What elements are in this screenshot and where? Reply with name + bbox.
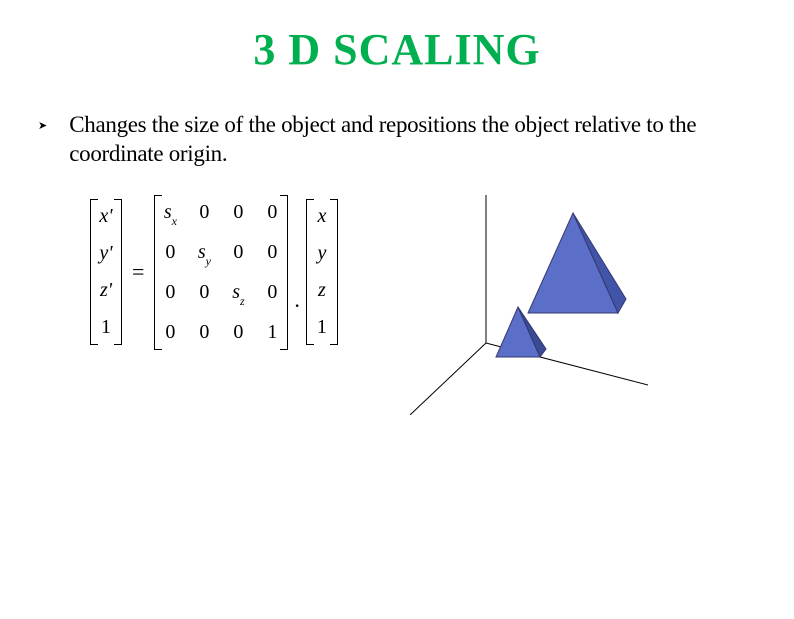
lhs-vector: x' y' z' 1: [90, 199, 122, 345]
lhs-3: 1: [98, 316, 114, 339]
m23: 0: [264, 281, 280, 307]
scaling-figure: [368, 195, 648, 415]
m31: 0: [196, 321, 212, 344]
rhs-2: z: [314, 279, 330, 302]
m02: 0: [230, 201, 246, 227]
rhs-1: y: [314, 242, 330, 265]
small-pyramid-icon: [496, 307, 546, 357]
m21: 0: [196, 281, 212, 307]
matrix-equation: x' y' z' 1 = sx 0 0 0 0 sy 0 0 0 0 sz: [90, 195, 338, 350]
m03: 0: [264, 201, 280, 227]
m10: 0: [162, 241, 178, 267]
equals-sign: =: [132, 259, 144, 285]
content-row: x' y' z' 1 = sx 0 0 0 0 sy 0 0 0 0 sz: [0, 195, 794, 415]
scale-matrix: sx 0 0 0 0 sy 0 0 0 0 sz 0 0 0 0 1: [154, 195, 288, 350]
dot-operator: .: [294, 287, 300, 313]
bullet-marker-icon: ➤: [38, 119, 47, 132]
m32: 0: [230, 321, 246, 344]
m13: 0: [264, 241, 280, 267]
large-pyramid-icon: [528, 213, 626, 313]
m00: sx: [162, 201, 178, 227]
m30: 0: [162, 321, 178, 344]
m11: sy: [196, 241, 212, 267]
m12: 0: [230, 241, 246, 267]
rhs-3: 1: [314, 316, 330, 339]
pyramid-diagram-icon: [368, 195, 648, 415]
bullet-text: Changes the size of the object and repos…: [69, 111, 734, 169]
lhs-1: y': [98, 242, 114, 265]
rhs-vector: x y z 1: [306, 199, 338, 345]
bullet-item: ➤ Changes the size of the object and rep…: [0, 111, 794, 169]
m22: sz: [230, 281, 246, 307]
lhs-2: z': [98, 279, 114, 302]
m01: 0: [196, 201, 212, 227]
rhs-0: x: [314, 205, 330, 228]
m33: 1: [264, 321, 280, 344]
slide-title: 3 D SCALING: [0, 24, 794, 75]
lhs-0: x': [98, 205, 114, 228]
m20: 0: [162, 281, 178, 307]
